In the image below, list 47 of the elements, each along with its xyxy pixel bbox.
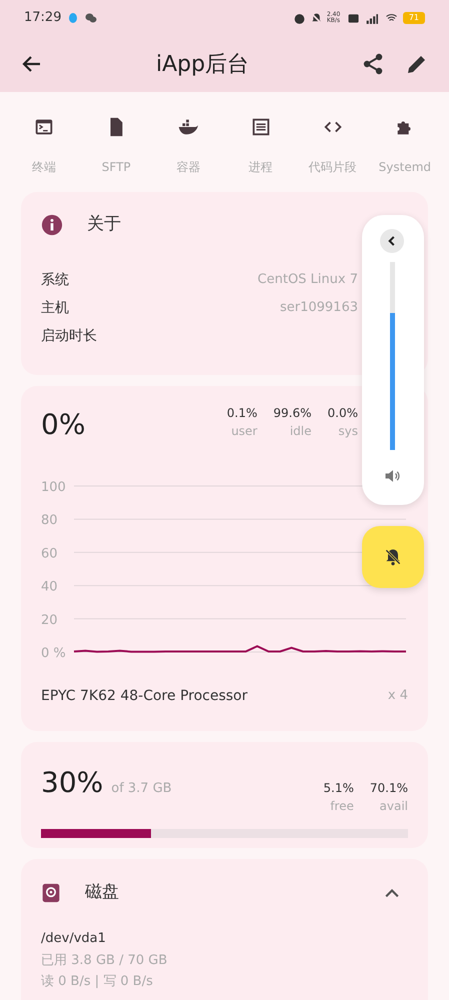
chat-icon	[84, 12, 98, 24]
stat-value: 0.0%	[328, 405, 358, 422]
stat-label: user	[230, 423, 258, 440]
info-value: CentOS Linux 7	[258, 270, 358, 288]
memory-usage: 30%	[41, 765, 104, 801]
memory-total: of 3.7 GB	[111, 780, 172, 798]
stat-label: avail	[378, 798, 408, 815]
section-title: 关于	[87, 213, 121, 236]
info-label: 启动时长	[41, 326, 97, 346]
tool-button[interactable]: Systemd	[370, 92, 439, 192]
disk-device: /dev/vda1	[41, 930, 107, 948]
info-label: 主机	[41, 298, 69, 318]
cpu-usage: 0%	[41, 407, 86, 443]
stat-label: idle	[288, 423, 312, 440]
axis-tick-label: 0 %	[41, 646, 66, 661]
status-time: 17:29	[24, 9, 62, 28]
section-title: 磁盘	[85, 881, 119, 904]
axis-tick-label: 60	[41, 546, 58, 562]
tool-button[interactable]: SFTP	[82, 92, 150, 192]
collapse-panel-button[interactable]	[380, 229, 404, 253]
processor-name: EPYC 7K62 48-Core Processor	[41, 687, 248, 706]
core-count: x 4	[388, 687, 408, 705]
mute-button[interactable]	[362, 526, 424, 588]
axis-tick-label: 80	[41, 513, 58, 528]
tool-button[interactable]: 容器	[154, 92, 222, 192]
tool-button[interactable]: 进程	[226, 92, 295, 192]
info-value: ser1099163	[280, 298, 358, 316]
share-icon[interactable]	[361, 52, 385, 76]
disk-usage: 已用 3.8 GB / 70 GB	[41, 952, 168, 970]
axis-tick-label: 40	[41, 580, 58, 595]
stat-value: 5.1%	[323, 780, 354, 797]
stat-label: free	[329, 798, 354, 815]
disk-io: 读 0 B/s | 写 0 B/s	[41, 973, 154, 991]
axis-tick-label: 20	[41, 612, 58, 628]
tool-button[interactable]: 终端	[10, 92, 78, 192]
stat-value: 99.6%	[273, 405, 312, 422]
info-icon	[41, 214, 63, 236]
stat-value: 0.1%	[226, 405, 258, 422]
volume-slider[interactable]	[390, 262, 395, 450]
tool-button[interactable]: 代码片段	[298, 92, 367, 192]
app-title: iApp后台	[154, 50, 250, 78]
stat-value: 70.1%	[370, 780, 408, 797]
info-label: 系统	[41, 270, 69, 290]
axis-tick-label: 100	[41, 480, 66, 495]
battery-indicator: 71	[402, 12, 425, 24]
stat-label: sys	[337, 423, 358, 440]
signal-icon	[364, 12, 380, 24]
